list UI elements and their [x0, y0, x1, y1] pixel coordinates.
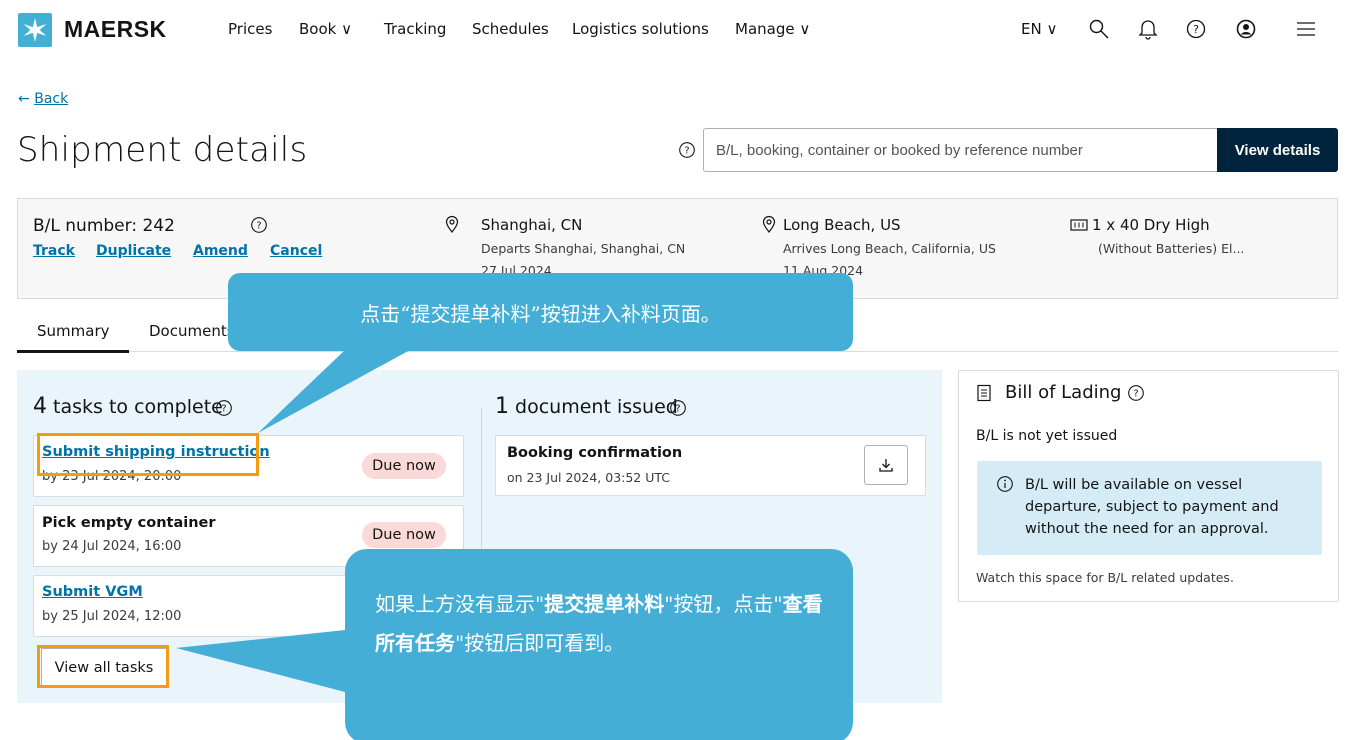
callout-top: 点击“提交提单补料”按钮进入补料页面。	[228, 273, 853, 351]
callout-bottom-bold-1: 提交提单补料	[544, 592, 665, 616]
callout-bottom-text-3: "按钮后即可看到。	[455, 631, 625, 655]
callout-bottom: 如果上方没有显示"提交提单补料"按钮，点击"查看所有任务"按钮后即可看到。	[345, 549, 853, 740]
callout-bottom-text-2: "按钮，点击"	[664, 592, 783, 616]
callout-bottom-text-1: 如果上方没有显示"	[375, 592, 545, 616]
